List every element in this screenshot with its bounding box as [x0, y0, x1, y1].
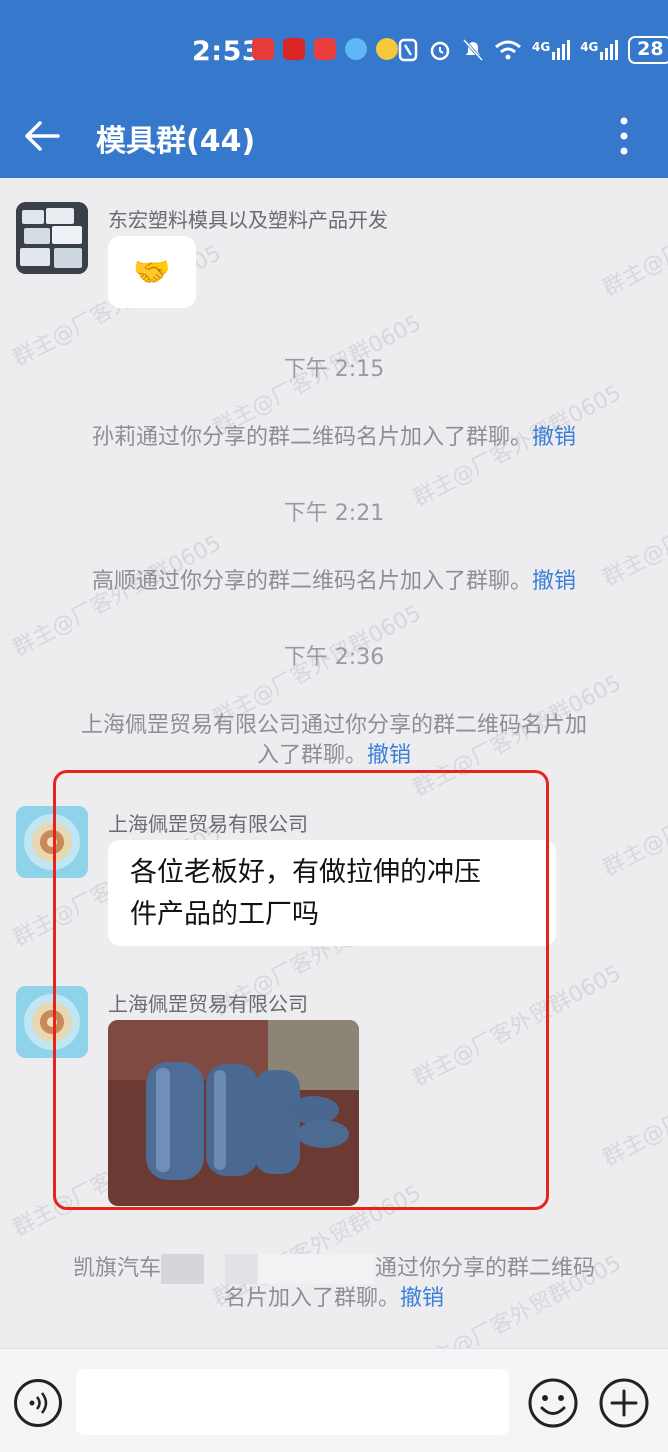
watermark: 群主@厂客外贸群0605 — [598, 1040, 668, 1172]
nfc-icon — [398, 38, 418, 62]
add-attachment-icon[interactable] — [598, 1377, 650, 1429]
notification-icons — [252, 38, 398, 60]
voice-input-button[interactable] — [14, 1379, 62, 1427]
voice-icon — [29, 1392, 48, 1414]
status-time: 2:53 — [192, 36, 262, 67]
system-message-line2: 入了群聊。 — [256, 743, 367, 768]
bank-app-icon — [252, 38, 274, 60]
avatar[interactable] — [16, 202, 88, 274]
alarm-icon — [430, 41, 450, 61]
weather-icon — [376, 38, 398, 60]
more-options-icon[interactable] — [612, 114, 636, 158]
system-message: 高顺通过你分享的群二维码名片加入了群聊。撤销 — [0, 567, 668, 597]
message-bubble[interactable]: 🤝 — [108, 236, 196, 308]
red-app-icon — [314, 38, 336, 60]
system-message-line1-left: 凯旗汽车 — [72, 1256, 161, 1281]
input-bar — [0, 1348, 668, 1452]
back-arrow-icon[interactable] — [22, 116, 62, 156]
timestamp: 下午 2:21 — [283, 501, 385, 526]
revoke-link[interactable]: 撤销 — [400, 1286, 444, 1311]
revoke-link[interactable]: 撤销 — [532, 425, 576, 450]
system-message-line2: 名片加入了群聊。 — [223, 1286, 400, 1311]
system-message-line1-right: 通过你分享的群二维码 — [375, 1256, 596, 1281]
system-message-text: 高顺通过你分享的群二维码名片加入了群聊。 — [91, 569, 532, 594]
timestamp: 下午 2:36 — [283, 645, 385, 670]
message-list[interactable]: 群主@厂客外贸群0605 群主@厂客外贸群0605 群主@厂客外贸群0605 群… — [0, 178, 668, 1348]
battery-indicator: 28 — [628, 36, 668, 64]
handshake-emoji: 🤝 — [133, 254, 171, 290]
revoke-link[interactable]: 撤销 — [532, 569, 576, 594]
red-annotation-box — [53, 770, 549, 1210]
signal-1-icon: 4G — [532, 40, 571, 60]
system-message: 凯旗汽车 通过你分享的群二维码 名片加入了群聊。撤销 — [0, 1254, 668, 1314]
system-message: 孙莉通过你分享的群二维码名片加入了群聊。撤销 — [0, 423, 668, 453]
system-message-line1: 上海佩罡贸易有限公司通过你分享的群二维码名片加 — [80, 713, 587, 738]
wifi-icon — [495, 40, 521, 60]
system-message-text: 孙莉通过你分享的群二维码名片加入了群聊。 — [91, 425, 532, 450]
network-type-1: 4G — [532, 40, 551, 54]
sender-name: 东宏塑料模具以及塑料产品开发 — [108, 208, 388, 232]
revoke-link[interactable]: 撤销 — [367, 743, 411, 768]
timestamp: 下午 2:15 — [283, 357, 385, 382]
mute-bell-icon — [462, 38, 484, 62]
redacted-name — [161, 1254, 375, 1284]
watermark: 群主@厂客外贸群0605 — [598, 178, 668, 302]
group-title: 模具群(44) — [96, 124, 256, 159]
signal-2-icon: 4G — [580, 40, 619, 60]
chat-header: 模具群(44) — [0, 100, 668, 178]
plastic-boxes-avatar-image — [16, 202, 88, 274]
system-message: 上海佩罡贸易有限公司通过你分享的群二维码名片加 入了群聊。撤销 — [0, 711, 668, 771]
emoji-icon[interactable] — [527, 1377, 579, 1429]
message-input[interactable] — [76, 1369, 509, 1435]
system-status-icons: 4G 4G 28 — [398, 36, 668, 64]
cloud-icon — [345, 38, 367, 60]
status-bar: 2:53 4G 4G 28 — [0, 0, 668, 100]
cmb-app-icon — [283, 38, 305, 60]
network-type-2: 4G — [580, 40, 599, 54]
